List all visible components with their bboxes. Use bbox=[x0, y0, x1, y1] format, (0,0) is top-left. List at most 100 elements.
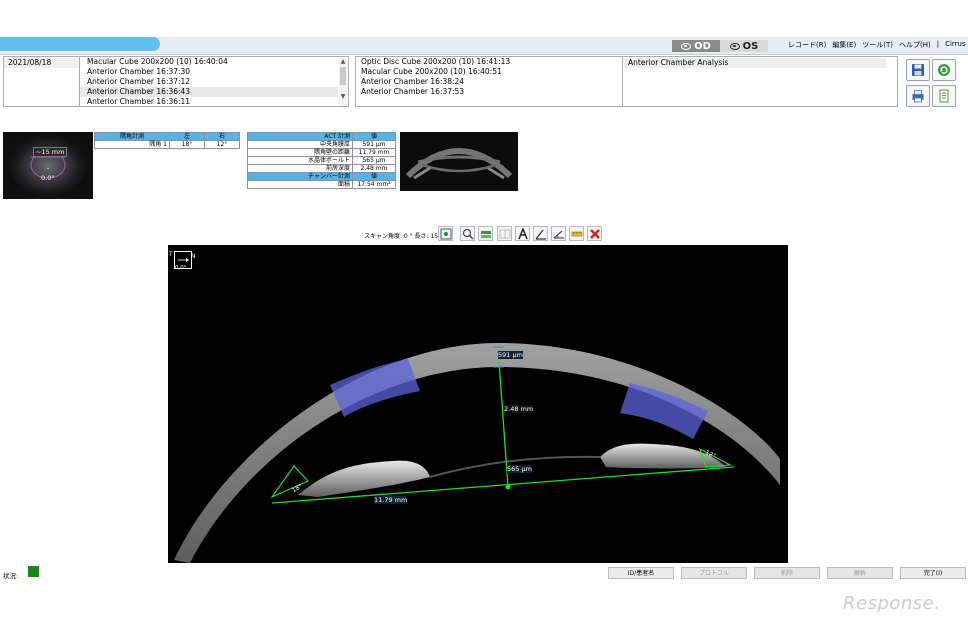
scan-item-selected[interactable]: Anterior Chamber 16:36:43 bbox=[80, 87, 338, 97]
bscan-thumbnail[interactable] bbox=[400, 132, 518, 191]
report-button[interactable] bbox=[932, 85, 956, 107]
eye-icon bbox=[681, 42, 692, 50]
analyze-button[interactable]: 解析 bbox=[827, 567, 893, 579]
act-row-value: 11.79 mm bbox=[352, 148, 396, 157]
acd-label: 2.48 mm bbox=[504, 405, 534, 413]
scroll-up-icon[interactable]: ▲ bbox=[339, 58, 347, 65]
scan-item[interactable]: Optic Disc Cube 200x200 (10) 16:41:13 bbox=[356, 57, 622, 67]
scan-length-label: ~15 mm bbox=[33, 147, 68, 157]
date-item[interactable]: 2021/08/18 bbox=[4, 58, 80, 68]
act-row-label: 中央角膜厚 bbox=[247, 140, 353, 149]
chamber-row-value: 17.54 mm² bbox=[352, 180, 396, 189]
printer-icon bbox=[912, 90, 924, 103]
angle-table-header-right: 右 bbox=[204, 132, 240, 141]
compass-angle-label: 0.0° bbox=[175, 265, 187, 271]
scan-item[interactable]: Anterior Chamber 16:38:24 bbox=[356, 77, 622, 87]
scan-item[interactable]: Macular Cube 200x200 (10) 16:40:51 bbox=[356, 67, 622, 77]
text-tool[interactable] bbox=[515, 226, 530, 241]
redacted-patient-name bbox=[0, 37, 160, 51]
act-row-value: 565 μm bbox=[352, 156, 396, 165]
split-tool[interactable] bbox=[497, 226, 512, 241]
oct-bscan-image[interactable]: T N 0.0° 591 μm 2.48 mm 565 μm 11.79 mm … bbox=[168, 245, 788, 563]
angle-left-value: 18° bbox=[169, 140, 205, 149]
delete-tool[interactable] bbox=[587, 226, 602, 241]
menu-bar: レコード(R) 編集(E) ツール(T) ヘルプ(H) | Cirrus Op.… bbox=[788, 40, 968, 50]
act-row-value: 2.48 mm bbox=[352, 164, 396, 173]
cct-label: 591 μm bbox=[498, 351, 523, 359]
os-eye-button[interactable]: OS bbox=[720, 40, 768, 52]
layers-tool[interactable] bbox=[478, 226, 493, 241]
angle-icon bbox=[535, 229, 546, 240]
finish-button[interactable]: 完了(I) bbox=[900, 567, 966, 579]
angle-measurement-table: 隅角計測 左 右 隅角 1 18° 12° bbox=[94, 132, 240, 149]
act-row-value: 591 μm bbox=[352, 140, 396, 149]
angle-row-label: 隅角 1 bbox=[94, 140, 170, 149]
caliper-icon bbox=[571, 231, 582, 236]
scrollbar[interactable]: ▲ ▼ bbox=[339, 58, 347, 105]
chamber-header: チャンバー計測 bbox=[247, 172, 353, 181]
menu-record[interactable]: レコード(R) bbox=[788, 40, 826, 50]
os-label: OS bbox=[742, 40, 759, 52]
act-header: ACT 計測 bbox=[247, 132, 353, 141]
caliper-tool[interactable] bbox=[569, 226, 584, 241]
analysis-item[interactable]: Anterior Chamber Analysis bbox=[624, 58, 886, 68]
menu-edit[interactable]: 編集(E) bbox=[832, 40, 856, 50]
scan-line-icon bbox=[440, 228, 451, 239]
act-row-label: 水晶体ボールト bbox=[247, 156, 353, 165]
angle-measure-tool[interactable] bbox=[551, 226, 566, 241]
analysis-list[interactable]: Anterior Chamber Analysis bbox=[622, 56, 898, 107]
menu-tools[interactable]: ツール(T) bbox=[862, 40, 893, 50]
zoom-icon bbox=[462, 228, 474, 240]
od-label: OD bbox=[694, 40, 711, 52]
report-icon bbox=[939, 89, 949, 103]
scan-item[interactable]: Anterior Chamber 16:37:12 bbox=[80, 77, 348, 87]
scan-item[interactable]: Anterior Chamber 16:37:30 bbox=[80, 67, 348, 77]
oct-scan-graphic bbox=[168, 245, 788, 563]
chamber-header-value: 値 bbox=[352, 172, 396, 181]
lens-vault-label: 565 μm bbox=[507, 465, 532, 473]
status-label: 状況: bbox=[3, 572, 19, 580]
compass-n-label: N bbox=[191, 253, 196, 260]
angle-measure-icon bbox=[553, 230, 564, 239]
act-measurement-table: ACT 計測 値 中央角膜厚 591 μm 隅角壁の距離 11.79 mm 水晶体ボ… bbox=[247, 132, 396, 189]
od-eye-button[interactable]: OD bbox=[672, 40, 720, 52]
protocol-button[interactable]: プロトコル bbox=[681, 567, 747, 579]
scan-item[interactable]: Macular Cube 200x200 (10) 16:40:04 bbox=[80, 57, 348, 67]
refresh-button[interactable] bbox=[932, 59, 956, 81]
delete-button[interactable]: 削除 bbox=[754, 567, 820, 579]
scan-line-tool[interactable] bbox=[438, 226, 453, 241]
layers-icon bbox=[480, 230, 491, 238]
scan-item[interactable]: Anterior Chamber 16:37:53 bbox=[356, 87, 622, 97]
act-row-label: 隅角壁の距離 bbox=[247, 148, 353, 157]
act-header-value: 値 bbox=[352, 132, 396, 141]
menu-app-name: Cirrus Op... bbox=[945, 40, 968, 48]
watermark-logo: Response. bbox=[843, 593, 941, 614]
angle-tool[interactable] bbox=[533, 226, 548, 241]
en-face-thumbnail[interactable]: ~15 mm 0.0° bbox=[3, 132, 93, 199]
save-button[interactable] bbox=[906, 59, 930, 81]
act-row-label: 前房深度 bbox=[247, 164, 353, 173]
save-icon bbox=[912, 64, 924, 76]
exam-date-list[interactable]: 2021/08/18 bbox=[3, 56, 81, 107]
split-icon bbox=[499, 229, 510, 238]
menu-separator: | bbox=[936, 40, 940, 48]
scroll-thumb[interactable] bbox=[340, 67, 346, 85]
eye-icon bbox=[729, 42, 740, 50]
ata-label: 11.79 mm bbox=[374, 496, 408, 504]
angle-table-header: 隅角計測 bbox=[94, 132, 170, 141]
menu-help[interactable]: ヘルプ(H) bbox=[899, 40, 931, 50]
scan-item[interactable]: Anterior Chamber 16:36:11 bbox=[80, 97, 348, 107]
status-indicator bbox=[28, 566, 39, 577]
scan-list-left[interactable]: Macular Cube 200x200 (10) 16:40:04 Anter… bbox=[79, 56, 349, 107]
bscan-thumbnail-image bbox=[400, 132, 518, 191]
en-face-image bbox=[3, 132, 93, 199]
print-button[interactable] bbox=[906, 85, 930, 107]
thumbnail-angle-label: 0.0° bbox=[41, 174, 55, 182]
patient-id-button[interactable]: ID/患者名 bbox=[608, 567, 674, 579]
scroll-down-icon[interactable]: ▼ bbox=[339, 93, 347, 100]
refresh-icon bbox=[938, 64, 950, 76]
angle-right-value: 12° bbox=[204, 140, 240, 149]
zoom-tool[interactable] bbox=[460, 226, 475, 241]
compass-t-label: T bbox=[169, 251, 173, 258]
scan-list-right[interactable]: Optic Disc Cube 200x200 (10) 16:41:13 Ma… bbox=[355, 56, 623, 107]
